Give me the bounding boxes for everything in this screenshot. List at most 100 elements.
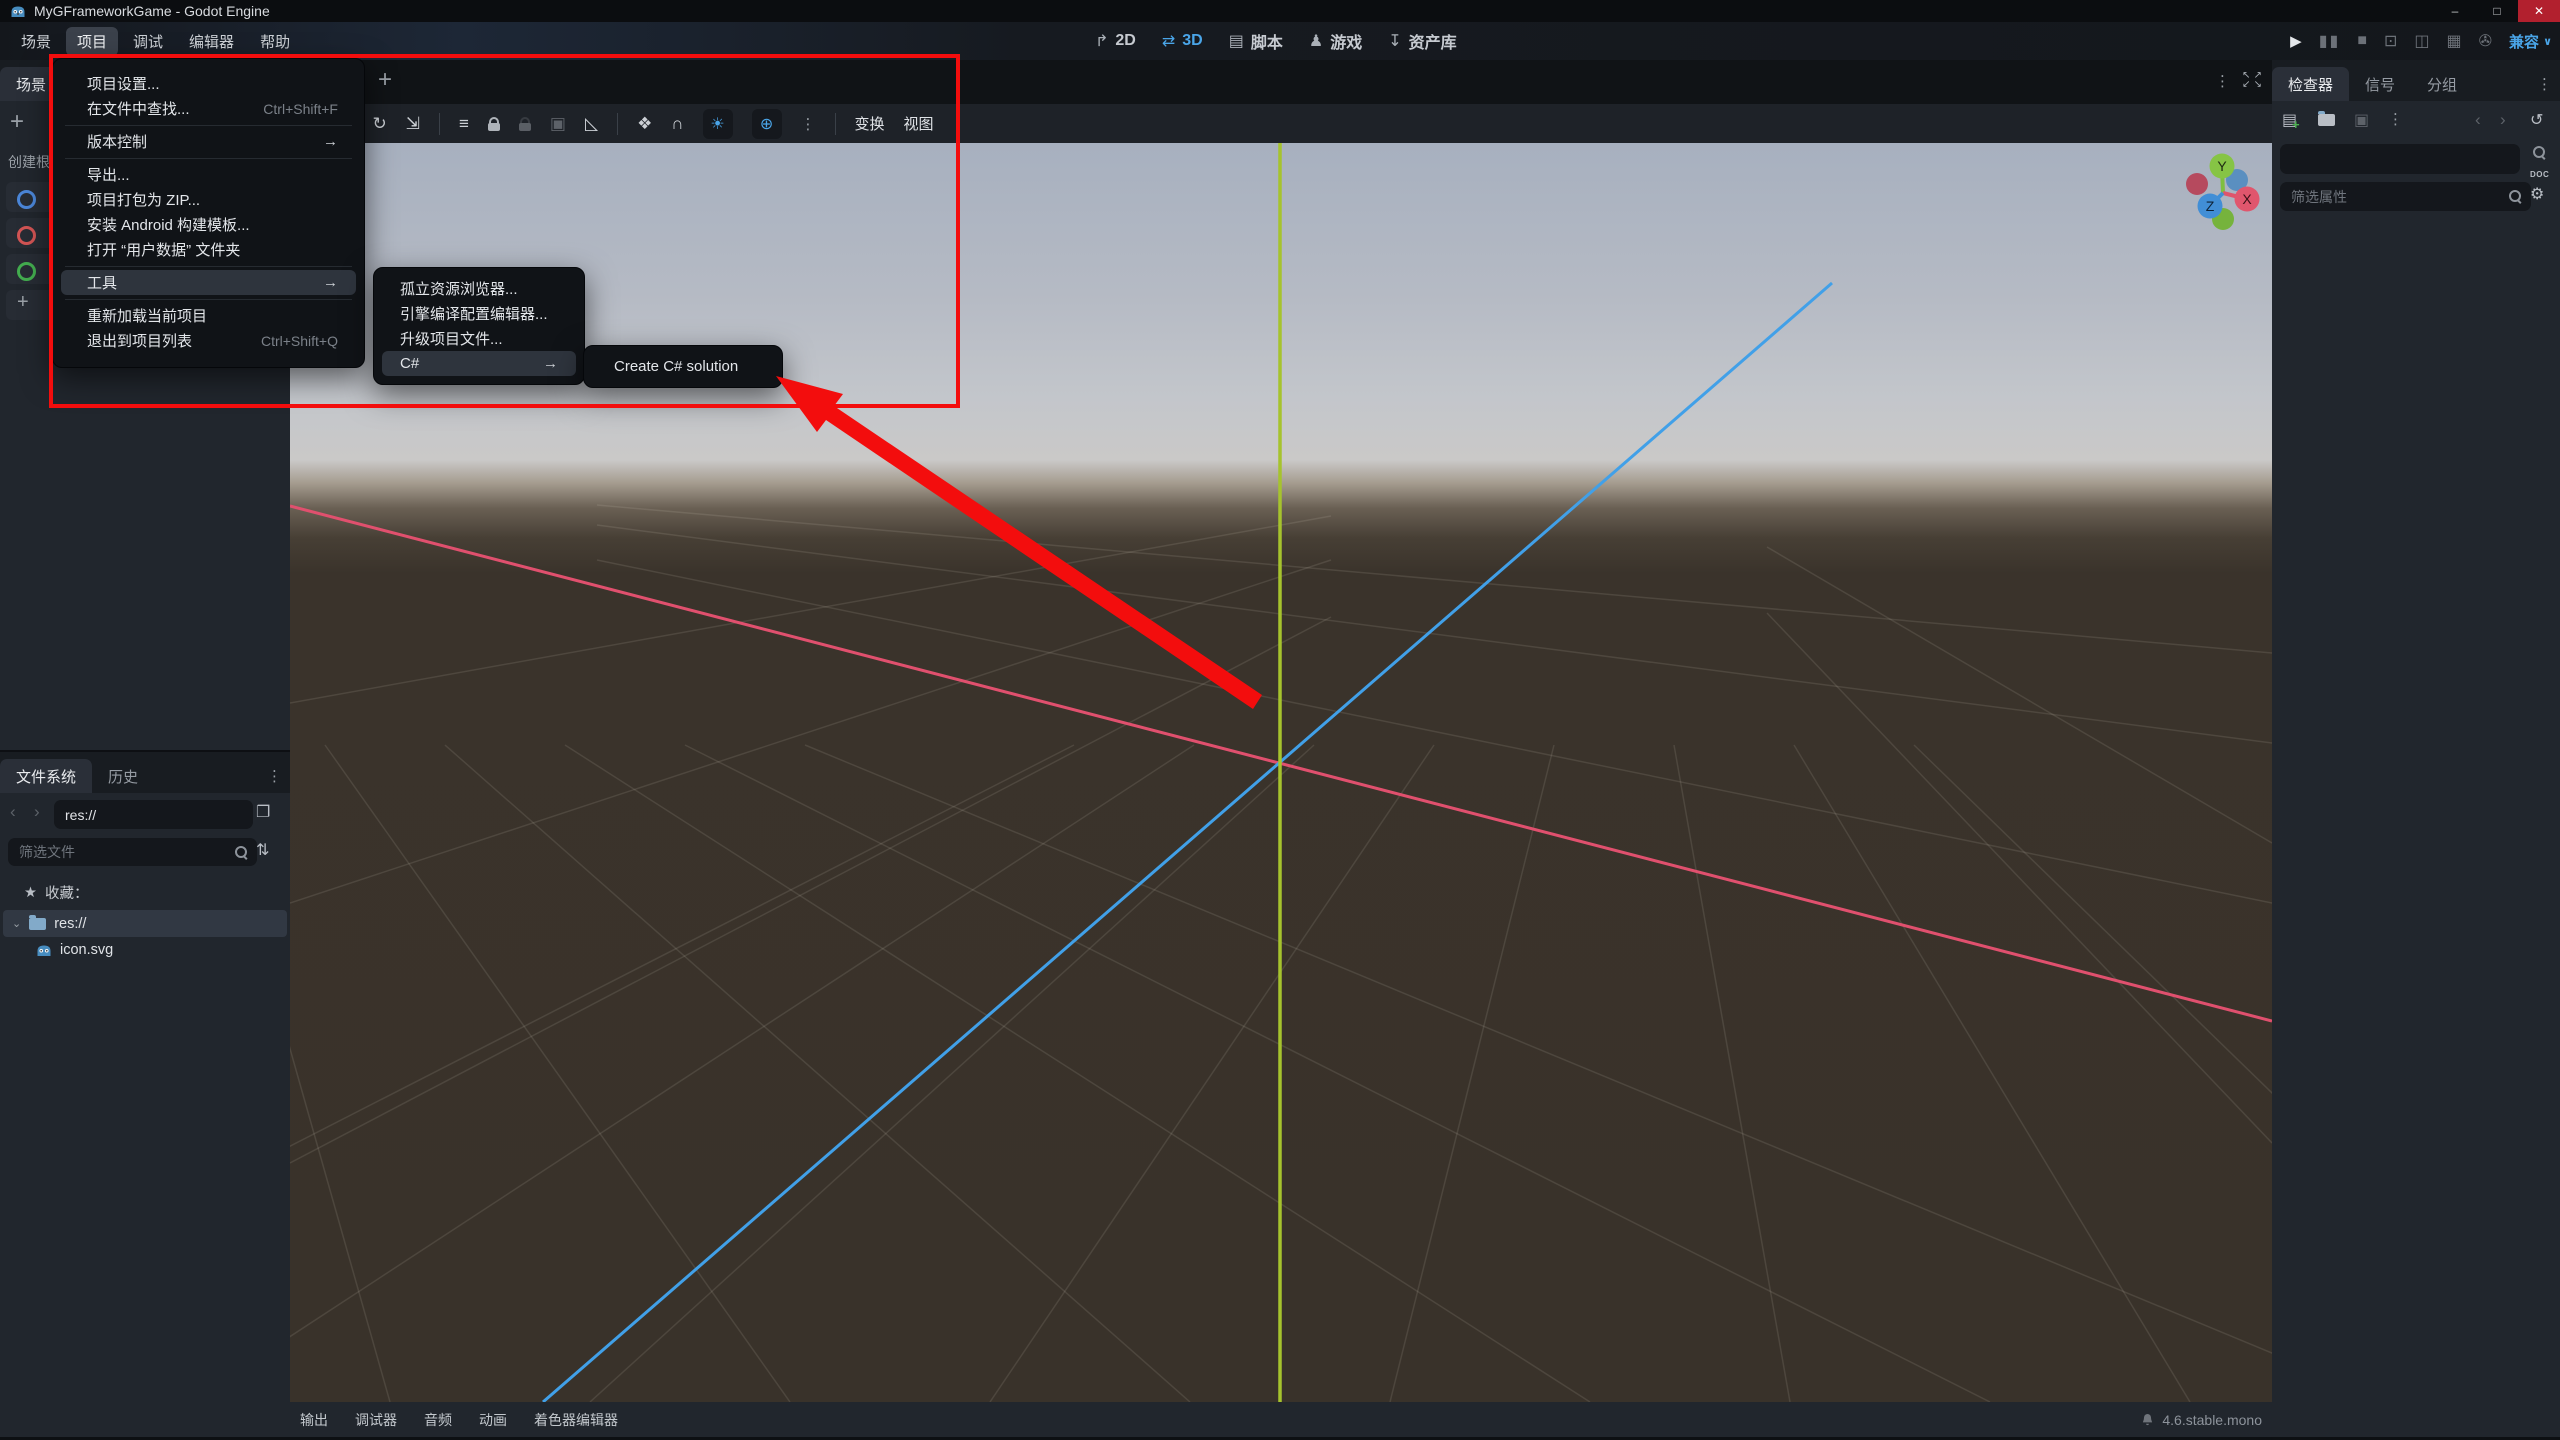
menu-item-orphan-resource-explorer[interactable]: 孤立资源浏览器... xyxy=(382,276,576,301)
menu-item-engine-compile-config[interactable]: 引擎编译配置编辑器... xyxy=(382,301,576,326)
menu-item-pack-zip[interactable]: 项目打包为 ZIP... xyxy=(61,187,356,212)
menu-help[interactable]: 帮助 xyxy=(249,27,301,56)
menu-item-csharp[interactable]: C# → xyxy=(382,351,576,376)
menu-scene[interactable]: 场景 xyxy=(10,27,62,56)
pause-button[interactable]: ▮▮ xyxy=(2319,31,2341,51)
split-view-icon[interactable]: ❐ xyxy=(256,802,270,822)
play-custom-scene-button[interactable]: ▦ xyxy=(2447,31,2462,51)
axis-gizmo[interactable]: Y X Z xyxy=(2168,138,2278,248)
list-select-icon[interactable]: ≡ xyxy=(459,114,469,134)
property-tools-icon[interactable]: ⚙ xyxy=(2530,184,2544,204)
scene-tabs-menu-icon[interactable]: ⋮ xyxy=(2215,72,2230,90)
toolbar-separator xyxy=(617,112,619,135)
inspector-dock: 检查器 信号 分组 ⋮ ▤ + ▣ ⋮ ‹ › ↺ DOC 筛选属性 ⚙ xyxy=(2272,60,2560,1437)
play-current-scene-button[interactable]: ◫ xyxy=(2414,31,2429,51)
resource-menu-icon[interactable]: ⋮ xyxy=(2388,110,2403,128)
filesystem-menu-icon[interactable]: ⋮ xyxy=(267,767,282,785)
close-button[interactable]: ✕ xyxy=(2518,0,2560,22)
add-node-button[interactable]: + xyxy=(10,108,24,136)
star-icon: ★ xyxy=(24,884,37,901)
transform-menu[interactable]: 变换 xyxy=(855,113,885,134)
tab-groups[interactable]: 分组 xyxy=(2411,67,2473,101)
panel-audio[interactable]: 音频 xyxy=(424,1410,452,1430)
panel-output[interactable]: 输出 xyxy=(300,1410,328,1430)
object-history-icon[interactable]: ↺ xyxy=(2530,110,2543,130)
lock-icon[interactable] xyxy=(487,117,500,131)
filter-files-input[interactable]: 筛选文件 xyxy=(8,838,257,866)
3d-viewport[interactable]: Y X Z xyxy=(290,143,2272,1402)
group-icon[interactable]: ▣ xyxy=(550,114,566,134)
assetlib-download-icon: ↧ xyxy=(1388,33,1402,50)
project-menu-popup: 项目设置... 在文件中查找... Ctrl+Shift+F 版本控制 → 导出..… xyxy=(52,58,365,368)
menu-item-quit-to-project-list[interactable]: 退出到项目列表 Ctrl+Shift+Q xyxy=(61,328,356,353)
tools-submenu-popup: 孤立资源浏览器... 引擎编译配置编辑器... 升级项目文件... C# → xyxy=(373,267,585,385)
movie-maker-icon[interactable]: ✇ xyxy=(2479,31,2492,51)
inspector-menu-icon[interactable]: ⋮ xyxy=(2537,75,2552,93)
gizmo-y-label: Y xyxy=(2217,158,2227,174)
menu-item-install-android-template[interactable]: 安装 Android 构建模板... xyxy=(61,212,356,237)
ruler-icon[interactable]: ◺ xyxy=(585,114,598,134)
menu-editor[interactable]: 编辑器 xyxy=(178,27,245,56)
menu-item-project-settings[interactable]: 项目设置... xyxy=(61,71,356,96)
tab-history[interactable]: 历史 xyxy=(92,759,154,793)
menu-item-export[interactable]: 导出... xyxy=(61,162,356,187)
workspace-2d[interactable]: ↱ 2D xyxy=(1095,31,1136,51)
open-docs-icon[interactable]: DOC xyxy=(2530,146,2549,182)
tab-signals[interactable]: 信号 xyxy=(2349,67,2411,101)
history-forward-icon[interactable]: › xyxy=(2500,110,2506,130)
play-button[interactable]: ▶ xyxy=(2290,32,2302,50)
caret-down-icon[interactable]: ⌄ xyxy=(12,917,21,930)
preview-environment-toggle[interactable]: ⊕ xyxy=(751,108,782,139)
rotate-tool-icon[interactable]: ↻ xyxy=(373,114,387,134)
filesystem-dock: 文件系统 历史 ⋮ ‹ › res:// ❐ 筛选文件 ⇅ ★ 收藏： ⌄ re… xyxy=(0,752,290,1437)
playback-bar: ▶ ▮▮ ■ ⊡ ◫ ▦ ✇ 兼容 ∨ xyxy=(2290,22,2552,60)
nav-back-icon[interactable]: ‹ xyxy=(10,802,16,822)
menu-project[interactable]: 项目 xyxy=(66,26,119,56)
panel-debugger[interactable]: 调试器 xyxy=(355,1410,397,1430)
version-info[interactable]: 4.6.stable.mono xyxy=(2141,1412,2262,1428)
path-field[interactable]: res:// xyxy=(54,800,253,829)
workspace-script[interactable]: ▤ 脚本 xyxy=(1229,29,1283,53)
tab-filesystem[interactable]: 文件系统 xyxy=(0,759,93,793)
scale-tool-icon[interactable]: ⇲ xyxy=(406,114,420,134)
nav-forward-icon[interactable]: › xyxy=(34,802,40,822)
play-remote-icon[interactable]: ⊡ xyxy=(2384,31,2397,51)
workspace-3d[interactable]: ⇄ 3D xyxy=(1162,31,1203,51)
sun-environment-menu-icon[interactable]: ⋮ xyxy=(801,115,816,133)
new-resource-icon[interactable]: ▤ + xyxy=(2282,110,2300,132)
search-icon xyxy=(235,845,248,859)
menu-item-open-user-data-folder[interactable]: 打开 “用户数据” 文件夹 xyxy=(61,237,356,262)
panel-animation[interactable]: 动画 xyxy=(479,1410,507,1430)
menu-item-reload-project[interactable]: 重新加载当前项目 xyxy=(61,303,356,328)
filter-properties-input[interactable]: 筛选属性 xyxy=(2280,182,2531,211)
camera-preview-icon[interactable]: ❖ xyxy=(637,114,652,134)
maximize-button[interactable]: □ xyxy=(2476,0,2518,22)
history-back-icon[interactable]: ‹ xyxy=(2475,110,2481,130)
menu-item-create-csharp-solution[interactable]: Create C# solution xyxy=(592,354,774,379)
preview-sunlight-toggle[interactable]: ☀ xyxy=(702,108,733,139)
menu-item-version-control[interactable]: 版本控制 → xyxy=(61,129,356,154)
view-menu[interactable]: 视图 xyxy=(904,113,934,134)
load-resource-icon[interactable] xyxy=(2318,111,2335,131)
distraction-free-icon[interactable]: ↖ ↗ ↙ ↘ xyxy=(2242,70,2262,90)
unlock-icon[interactable] xyxy=(518,117,531,131)
minimize-button[interactable]: – xyxy=(2434,0,2476,22)
menu-item-find-in-files[interactable]: 在文件中查找... Ctrl+Shift+F xyxy=(61,96,356,121)
3d-icon: ⇄ xyxy=(1161,33,1176,50)
favorites-row: ★ 收藏： xyxy=(24,882,89,903)
save-resource-icon[interactable]: ▣ xyxy=(2354,110,2369,130)
renderer-selector[interactable]: 兼容 ∨ xyxy=(2509,31,2552,52)
workspace-assetlib[interactable]: ↧ 资产库 xyxy=(1388,29,1456,53)
snap-icon[interactable]: ∩ xyxy=(671,114,683,134)
sort-files-icon[interactable]: ⇅ xyxy=(256,840,269,860)
tree-item-icon-svg[interactable]: icon.svg xyxy=(36,942,113,958)
workspace-game[interactable]: ♟ 游戏 xyxy=(1309,29,1362,53)
tree-item-res-root[interactable]: ⌄ res:// xyxy=(3,910,287,937)
menu-debug[interactable]: 调试 xyxy=(122,27,174,56)
menu-item-tools[interactable]: 工具 → xyxy=(61,270,356,295)
new-scene-tab-button[interactable]: + xyxy=(378,66,392,94)
menu-item-upgrade-project-files[interactable]: 升级项目文件... xyxy=(382,326,576,351)
tab-inspector[interactable]: 检查器 xyxy=(2272,67,2350,101)
stop-button[interactable]: ■ xyxy=(2357,32,2367,50)
panel-shader-editor[interactable]: 着色器编辑器 xyxy=(534,1410,618,1430)
